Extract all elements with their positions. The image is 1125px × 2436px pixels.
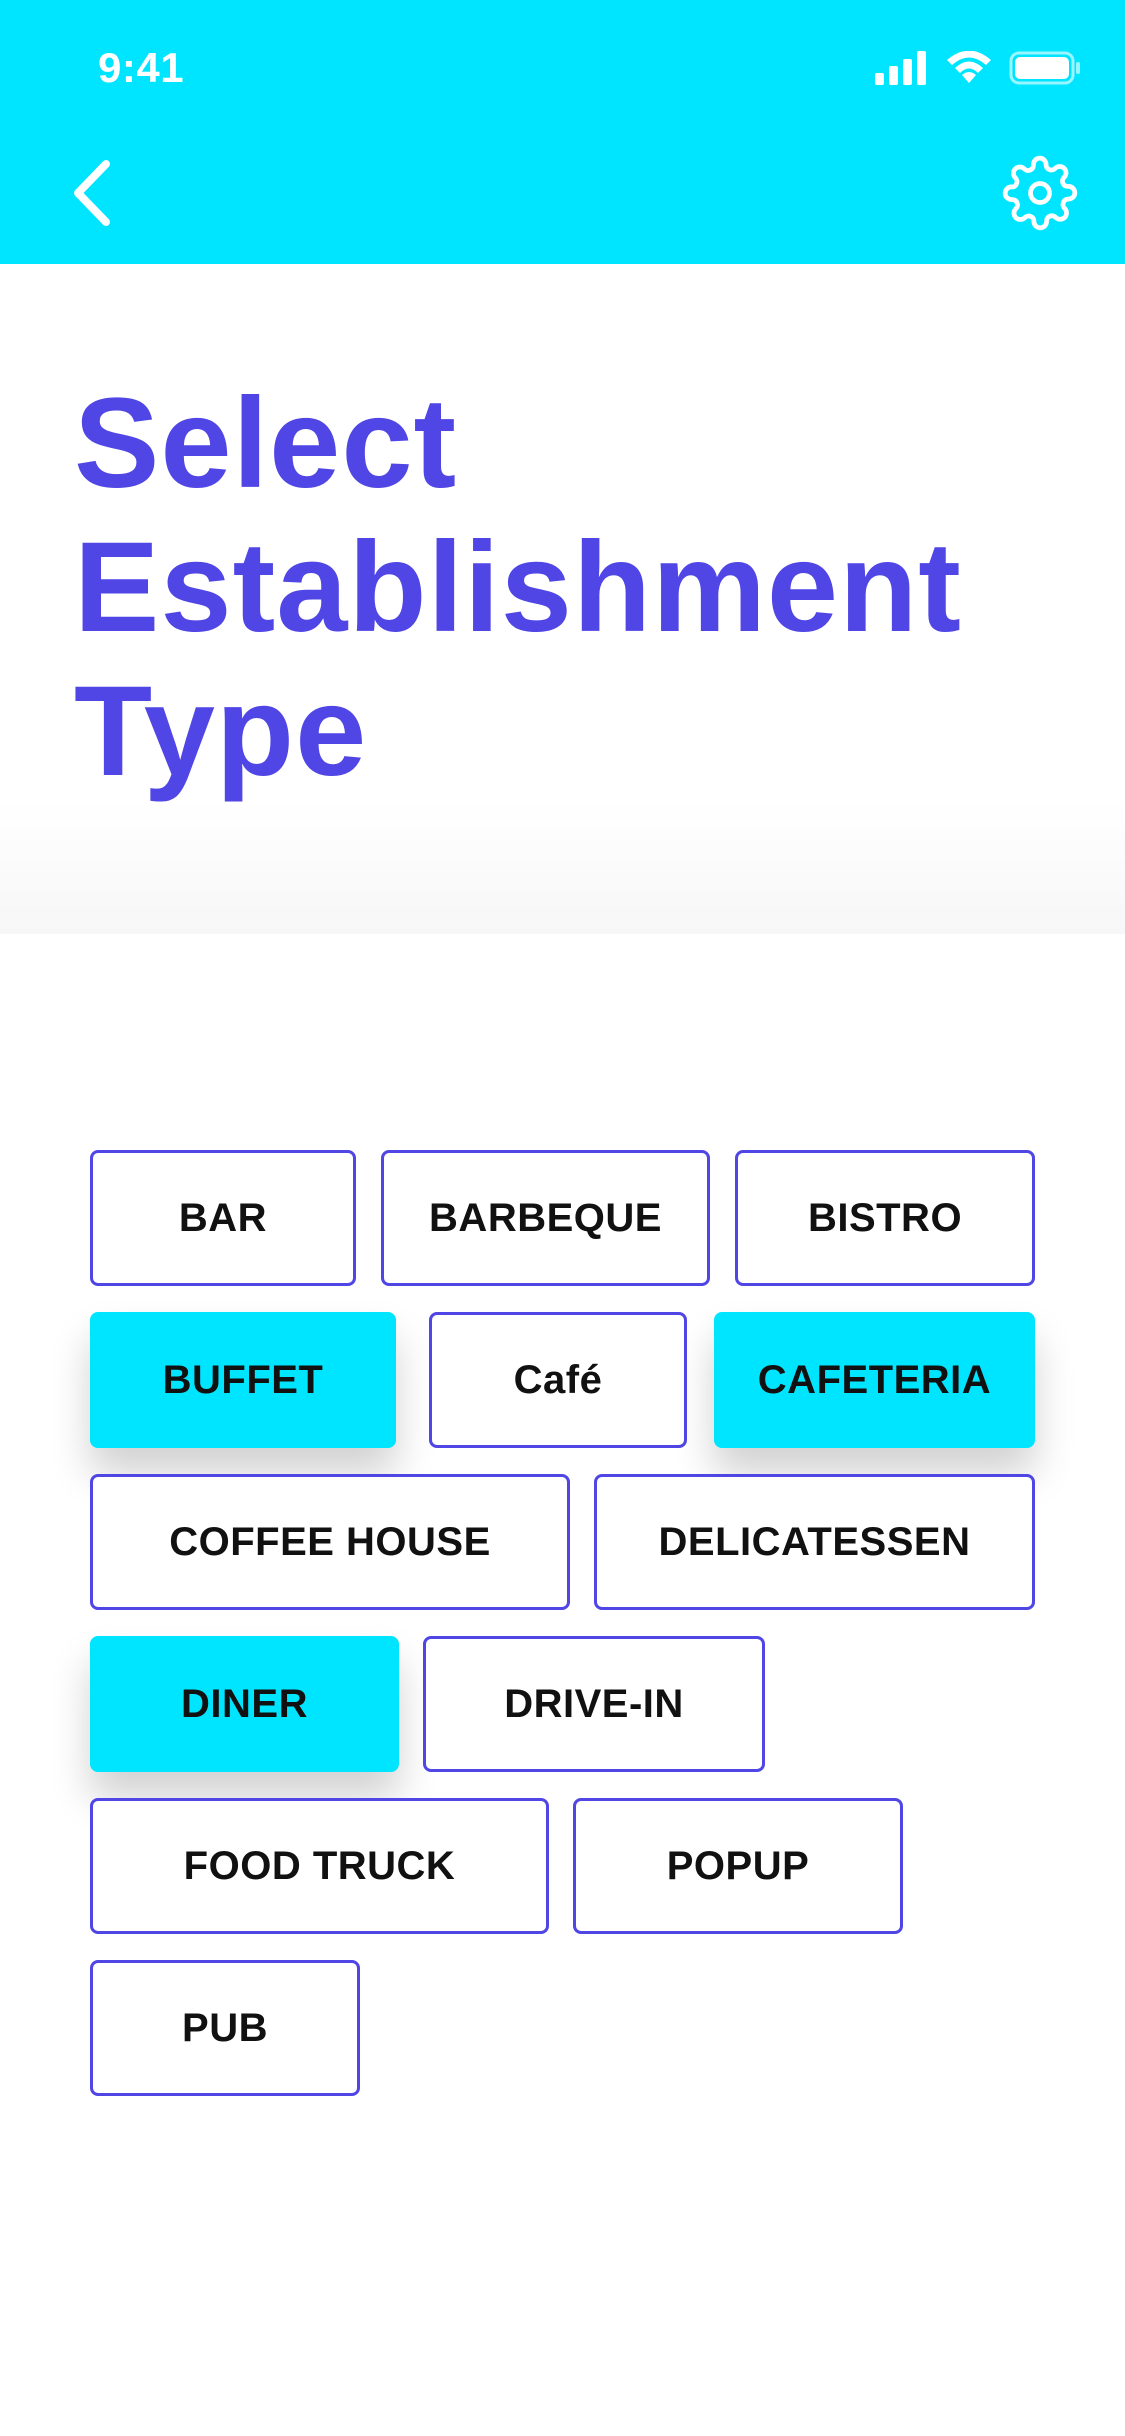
status-icons bbox=[875, 50, 1081, 90]
chip-bistro[interactable]: BISTRO bbox=[735, 1150, 1035, 1286]
settings-button[interactable] bbox=[995, 150, 1085, 240]
chip-barbeque[interactable]: BARBEQUE bbox=[381, 1150, 710, 1286]
chip-popup[interactable]: POPUP bbox=[573, 1798, 903, 1934]
chip-coffee-house[interactable]: COFFEE HOUSE bbox=[90, 1474, 570, 1610]
top-bar: 9:41 bbox=[0, 0, 1125, 264]
page-title: Select Establishment Type bbox=[74, 372, 962, 803]
wifi-icon bbox=[945, 50, 993, 90]
chip-food-truck[interactable]: FOOD TRUCK bbox=[90, 1798, 549, 1934]
signal-icon bbox=[875, 50, 929, 90]
chip-cafeteria[interactable]: CAFETERIA bbox=[714, 1312, 1035, 1448]
chip-bar[interactable]: BAR bbox=[90, 1150, 356, 1286]
header: Select Establishment Type bbox=[0, 264, 1125, 934]
status-time: 9:41 bbox=[98, 44, 185, 91]
battery-icon bbox=[1009, 51, 1081, 90]
chip-buffet[interactable]: BUFFET bbox=[90, 1312, 396, 1448]
chip-pub[interactable]: PUB bbox=[90, 1960, 360, 2096]
chip-diner[interactable]: DINER bbox=[90, 1636, 399, 1772]
chip-drive-in[interactable]: DRIVE-IN bbox=[423, 1636, 765, 1772]
gear-icon bbox=[1002, 155, 1078, 236]
chevron-left-icon bbox=[68, 158, 114, 233]
chip-delicatessen[interactable]: DELICATESSEN bbox=[594, 1474, 1035, 1610]
back-button[interactable] bbox=[56, 150, 126, 240]
chip-cafe[interactable]: Café bbox=[429, 1312, 687, 1448]
